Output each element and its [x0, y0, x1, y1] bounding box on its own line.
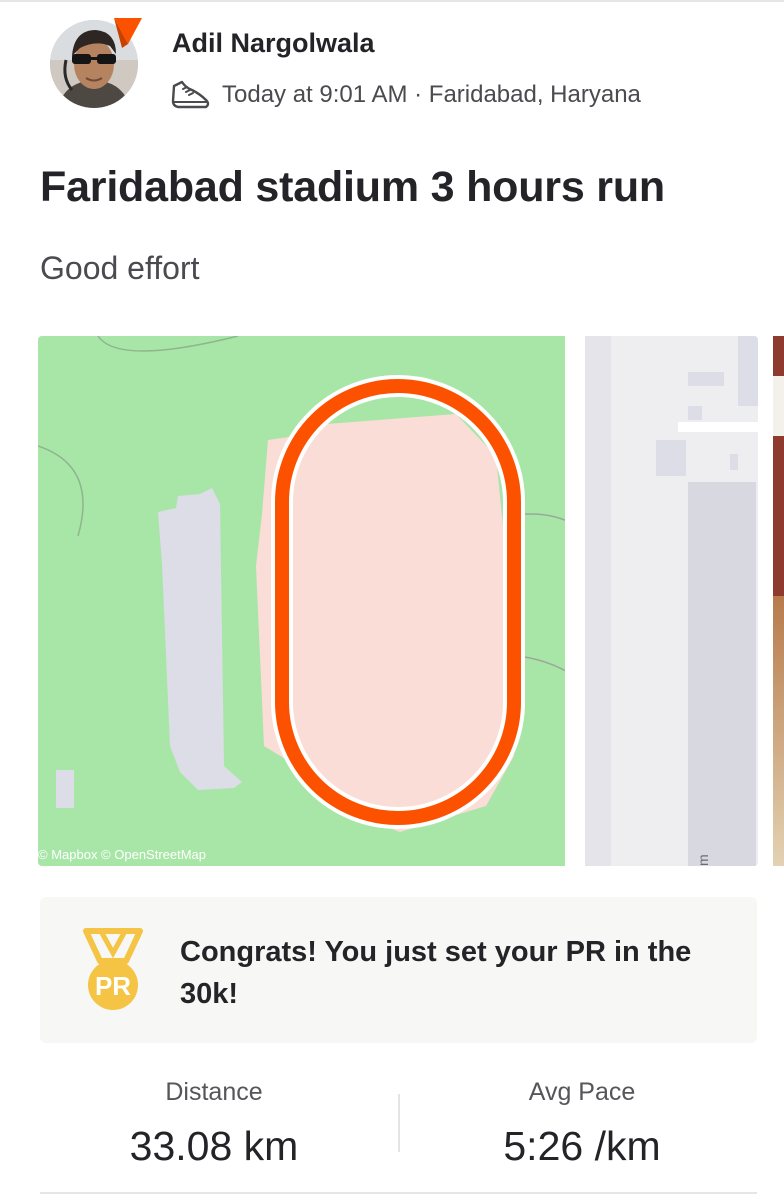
athlete-name[interactable]: Adil Nargolwala: [172, 28, 375, 59]
activity-time-location: Today at 9:01 AM · Faridabad, Haryana: [222, 81, 641, 108]
achievement-message: Congrats! You just set your PR in the 30…: [180, 936, 692, 1010]
svg-text:m: m: [695, 854, 711, 866]
activity-map[interactable]: m © Mapbox © OpenStreetMap: [38, 336, 758, 866]
run-shoe-icon: [171, 80, 210, 109]
map-canvas: m: [38, 336, 758, 866]
activity-title[interactable]: Faridabad stadium 3 hours run: [40, 163, 665, 212]
map-attribution[interactable]: © Mapbox © OpenStreetMap: [38, 847, 206, 862]
athlete-avatar-wrapper[interactable]: [50, 18, 142, 118]
stat-pace: Avg Pace 5:26 /km: [452, 1078, 712, 1170]
stat-distance-label: Distance: [165, 1078, 263, 1106]
stat-divider: [398, 1094, 400, 1152]
activity-description: Good effort: [40, 250, 200, 286]
achievement-card[interactable]: PR Congrats! You just set your PR in the…: [40, 897, 757, 1043]
top-divider: [0, 0, 784, 2]
activity-meta: Today at 9:01 AM · Faridabad, Haryana: [168, 78, 641, 112]
pr-medal-icon: PR: [83, 928, 143, 1010]
next-photo-preview[interactable]: [773, 336, 784, 866]
stat-pace-value: 5:26 /km: [503, 1123, 661, 1169]
stat-distance-value: 33.08 km: [129, 1123, 299, 1169]
stat-distance: Distance 33.08 km: [84, 1078, 344, 1170]
subscriber-badge-icon: [114, 18, 142, 48]
svg-text:PR: PR: [95, 971, 131, 1001]
bottom-divider: [40, 1192, 757, 1194]
stat-pace-label: Avg Pace: [528, 1078, 636, 1106]
